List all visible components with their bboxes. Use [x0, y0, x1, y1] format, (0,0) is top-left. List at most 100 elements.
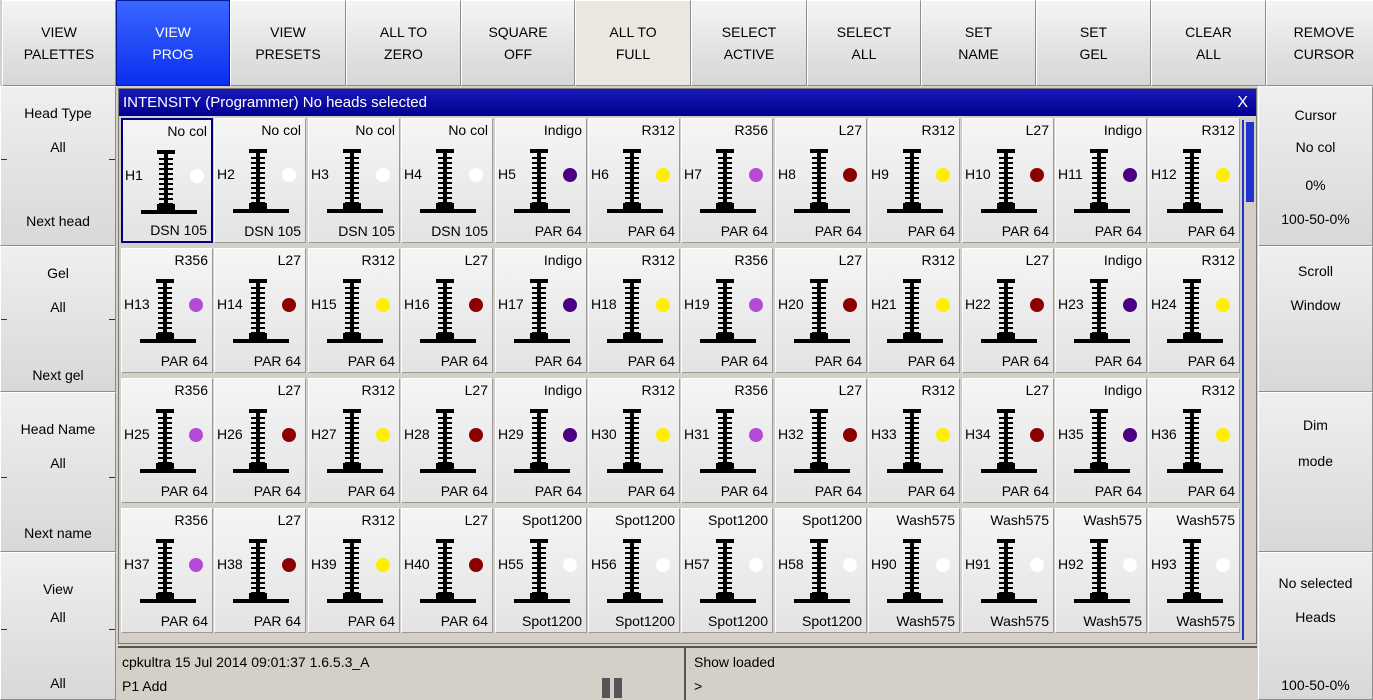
toolbar-button-view-palettes[interactable]: VIEW PALETTES — [2, 0, 116, 86]
fader-icon[interactable] — [140, 537, 196, 607]
head-cell[interactable]: R356 H31 PAR 64 — [681, 378, 773, 503]
view-filter[interactable]: View All All — [0, 552, 116, 700]
fader-icon[interactable] — [887, 147, 943, 217]
selected-heads-panel[interactable]: No selected Heads 100-50-0% — [1258, 552, 1373, 700]
fader-icon[interactable] — [794, 537, 850, 607]
head-cell[interactable]: L27 H8 PAR 64 — [775, 118, 867, 243]
fader-icon[interactable] — [700, 277, 756, 347]
fader-icon[interactable] — [981, 147, 1037, 217]
head-cell[interactable]: R312 H33 PAR 64 — [868, 378, 960, 503]
toolbar-button-square-off[interactable]: SQUARE OFF — [461, 0, 575, 86]
toolbar-button-all-to-full[interactable]: ALL TO FULL — [575, 0, 691, 86]
fader-icon[interactable] — [794, 407, 850, 477]
head-cell[interactable]: L27 H38 PAR 64 — [214, 508, 306, 633]
fader-icon[interactable] — [514, 147, 570, 217]
fader-icon[interactable] — [794, 147, 850, 217]
scroll-window-button[interactable]: Scroll Window — [1258, 246, 1373, 392]
head-cell[interactable]: Indigo H17 PAR 64 — [495, 248, 587, 373]
fader-icon[interactable] — [981, 537, 1037, 607]
head-cell[interactable]: Spot1200 H56 Spot1200 — [588, 508, 680, 633]
head-cell[interactable]: No col H3 DSN 105 — [308, 118, 400, 243]
fader-icon[interactable] — [607, 537, 663, 607]
cursor-panel[interactable]: Cursor No col 0% 100-50-0% — [1258, 86, 1373, 246]
head-cell[interactable]: L27 H28 PAR 64 — [401, 378, 493, 503]
fader-icon[interactable] — [141, 148, 197, 218]
pause-icon[interactable] — [602, 678, 626, 700]
head-cell[interactable]: R312 H6 PAR 64 — [588, 118, 680, 243]
fader-icon[interactable] — [514, 277, 570, 347]
fader-icon[interactable] — [233, 407, 289, 477]
toolbar-button-remove-cursor[interactable]: REMOVE CURSOR — [1266, 0, 1373, 86]
close-icon[interactable]: X — [1237, 89, 1248, 116]
head-cell[interactable]: L27 H14 PAR 64 — [214, 248, 306, 373]
head-cell[interactable]: Wash575 H93 Wash575 — [1148, 508, 1240, 633]
fader-icon[interactable] — [607, 407, 663, 477]
fader-icon[interactable] — [327, 277, 383, 347]
head-cell[interactable]: Indigo H35 PAR 64 — [1055, 378, 1147, 503]
fader-icon[interactable] — [327, 537, 383, 607]
toolbar-button-select-all[interactable]: SELECT ALL — [807, 0, 921, 86]
fader-icon[interactable] — [1167, 537, 1223, 607]
fader-icon[interactable] — [420, 407, 476, 477]
head-cell[interactable]: R312 H39 PAR 64 — [308, 508, 400, 633]
head-cell[interactable]: Indigo H23 PAR 64 — [1055, 248, 1147, 373]
head-cell[interactable]: Indigo H29 PAR 64 — [495, 378, 587, 503]
head-cell[interactable]: L27 H32 PAR 64 — [775, 378, 867, 503]
head-cell[interactable]: Wash575 H92 Wash575 — [1055, 508, 1147, 633]
head-cell[interactable]: R356 H37 PAR 64 — [121, 508, 213, 633]
fader-icon[interactable] — [607, 147, 663, 217]
fader-icon[interactable] — [981, 277, 1037, 347]
fader-icon[interactable] — [420, 537, 476, 607]
next-head-button[interactable]: Next head — [1, 213, 115, 229]
head-cell[interactable]: Indigo H11 PAR 64 — [1055, 118, 1147, 243]
scrollbar-thumb[interactable] — [1246, 122, 1254, 202]
head-cell[interactable]: R356 H25 PAR 64 — [121, 378, 213, 503]
head-cell[interactable]: R312 H21 PAR 64 — [868, 248, 960, 373]
head-cell[interactable]: R312 H24 PAR 64 — [1148, 248, 1240, 373]
head-cell[interactable]: Spot1200 H57 Spot1200 — [681, 508, 773, 633]
fader-icon[interactable] — [140, 277, 196, 347]
fader-icon[interactable] — [700, 407, 756, 477]
fader-icon[interactable] — [420, 147, 476, 217]
head-cell[interactable]: No col H4 DSN 105 — [401, 118, 493, 243]
head-cell[interactable]: R312 H30 PAR 64 — [588, 378, 680, 503]
fader-icon[interactable] — [1074, 407, 1130, 477]
next-name-button[interactable]: Next name — [1, 525, 115, 541]
head-cell[interactable]: Indigo H5 PAR 64 — [495, 118, 587, 243]
toolbar-button-view-presets[interactable]: VIEW PRESETS — [230, 0, 346, 86]
dim-mode-button[interactable]: Dim mode — [1258, 392, 1373, 552]
head-cell[interactable]: R312 H15 PAR 64 — [308, 248, 400, 373]
head-cell[interactable]: Wash575 H90 Wash575 — [868, 508, 960, 633]
fader-icon[interactable] — [1074, 537, 1130, 607]
fader-icon[interactable] — [1167, 407, 1223, 477]
gel-filter[interactable]: Gel All Next gel — [0, 246, 116, 392]
fader-icon[interactable] — [233, 537, 289, 607]
toolbar-button-set-name[interactable]: SET NAME — [921, 0, 1036, 86]
head-cell[interactable]: L27 H34 PAR 64 — [962, 378, 1054, 503]
fader-icon[interactable] — [887, 277, 943, 347]
head-cell[interactable]: Spot1200 H58 Spot1200 — [775, 508, 867, 633]
head-cell[interactable]: R312 H18 PAR 64 — [588, 248, 680, 373]
head-cell[interactable]: L27 H26 PAR 64 — [214, 378, 306, 503]
fader-icon[interactable] — [1074, 277, 1130, 347]
head-cell[interactable]: No col H1 DSN 105 — [121, 118, 213, 243]
head-cell[interactable]: Spot1200 H55 Spot1200 — [495, 508, 587, 633]
toolbar-button-set-gel[interactable]: SET GEL — [1036, 0, 1151, 86]
head-cell[interactable]: L27 H22 PAR 64 — [962, 248, 1054, 373]
head-cell[interactable]: L27 H20 PAR 64 — [775, 248, 867, 373]
fader-icon[interactable] — [140, 407, 196, 477]
fader-icon[interactable] — [981, 407, 1037, 477]
toolbar-button-all-to-zero[interactable]: ALL TO ZERO — [346, 0, 461, 86]
fader-icon[interactable] — [327, 407, 383, 477]
fader-icon[interactable] — [700, 147, 756, 217]
fader-icon[interactable] — [514, 407, 570, 477]
head-cell[interactable]: R312 H12 PAR 64 — [1148, 118, 1240, 243]
fader-icon[interactable] — [420, 277, 476, 347]
fader-icon[interactable] — [1167, 277, 1223, 347]
fader-icon[interactable] — [233, 147, 289, 217]
all-button[interactable]: All — [1, 675, 115, 691]
head-cell[interactable]: R356 H19 PAR 64 — [681, 248, 773, 373]
head-type-filter[interactable]: Head Type All Next head — [0, 86, 116, 246]
fader-icon[interactable] — [327, 147, 383, 217]
head-cell[interactable]: R312 H36 PAR 64 — [1148, 378, 1240, 503]
